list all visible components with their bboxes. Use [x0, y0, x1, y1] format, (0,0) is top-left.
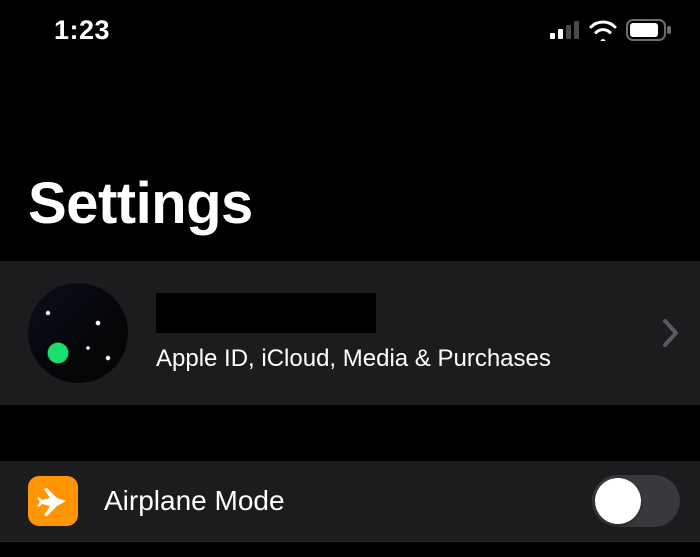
cellular-icon: [550, 21, 580, 39]
apple-id-row[interactable]: Apple ID, iCloud, Media & Purchases: [0, 261, 700, 405]
status-time: 1:23: [54, 15, 110, 46]
page-title: Settings: [0, 60, 700, 255]
airplane-mode-label: Airplane Mode: [104, 485, 566, 517]
avatar: [28, 283, 128, 383]
apple-id-group: Apple ID, iCloud, Media & Purchases: [0, 261, 700, 405]
airplane-icon: [28, 476, 78, 526]
battery-icon: [626, 19, 672, 41]
switch-knob: [595, 478, 641, 524]
general-group: Airplane Mode: [0, 461, 700, 542]
airplane-mode-toggle[interactable]: [592, 475, 680, 527]
wifi-icon: [588, 19, 618, 41]
apple-id-subtitle: Apple ID, iCloud, Media & Purchases: [156, 345, 634, 373]
apple-id-name-redacted: [156, 293, 376, 333]
status-icons: [550, 19, 672, 41]
chevron-right-icon: [662, 318, 680, 348]
airplane-mode-row: Airplane Mode: [0, 461, 700, 542]
status-bar: 1:23: [0, 0, 700, 60]
spacer: [0, 405, 700, 461]
apple-id-text: Apple ID, iCloud, Media & Purchases: [156, 293, 634, 373]
